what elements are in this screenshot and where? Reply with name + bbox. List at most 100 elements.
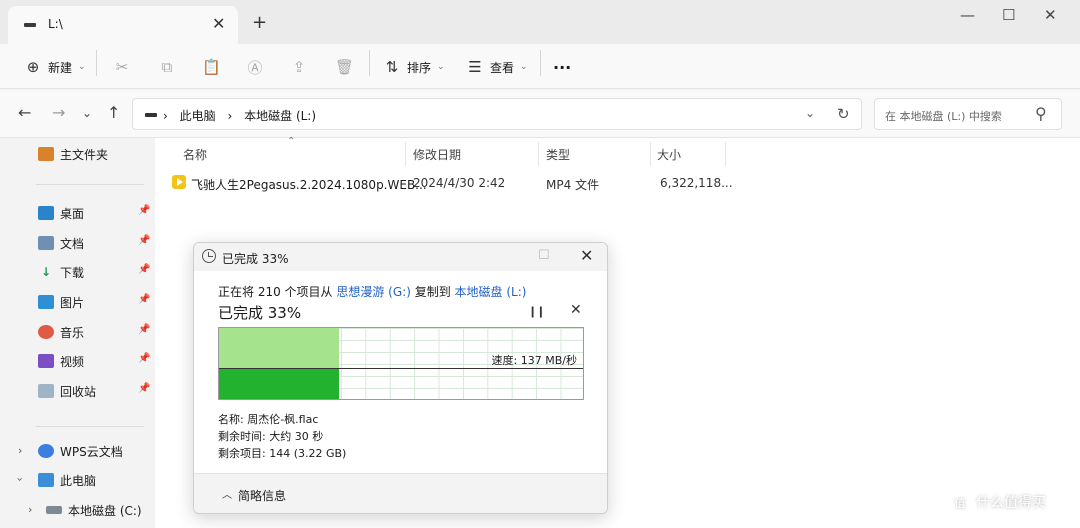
more-options-button[interactable]: ···	[553, 54, 571, 80]
toolbar-divider	[540, 50, 541, 76]
sidebar-item-videos[interactable]: 视频 📌	[38, 351, 150, 371]
new-label: 新建	[48, 60, 73, 75]
delete-button[interactable]: 🗑	[335, 54, 359, 80]
dialog-footer: ︿ 简略信息	[194, 473, 607, 513]
column-divider[interactable]	[538, 142, 539, 166]
rename-button[interactable]: Ⓐ	[246, 54, 270, 80]
address-bar[interactable]: › 此电脑 › 本地磁盘 (L:) ⌄ ↻	[132, 98, 862, 130]
sidebar-item-documents[interactable]: 文档 📌	[38, 233, 150, 253]
sidebar-item-label: 本地磁盘 (C:)	[68, 503, 142, 518]
dialog-title-bar[interactable]: 已完成 33% ☐ ✕	[194, 243, 607, 271]
minimize-button[interactable]: —	[960, 6, 975, 24]
sidebar-item-desktop[interactable]: 桌面 📌	[38, 203, 150, 223]
source-link[interactable]: 思想漫游 (G:)	[336, 285, 411, 299]
sort-button[interactable]: ⇅ 排序 ⌄	[383, 54, 445, 80]
cloud-icon	[38, 444, 54, 458]
music-icon	[38, 325, 54, 339]
drive-icon	[145, 113, 157, 117]
file-name: 飞驰人生2Pegasus.2.2024.1080p.WEB...	[191, 178, 427, 192]
destination-link[interactable]: 本地磁盘 (L:)	[455, 285, 527, 299]
close-window-button[interactable]: ✕	[1044, 6, 1057, 24]
column-header-type[interactable]: 类型	[546, 146, 570, 163]
expand-chevron-icon[interactable]: ›	[18, 444, 22, 457]
speed-label: 速度: 137 MB/秒	[491, 354, 577, 367]
desktop-icon	[38, 206, 54, 220]
clipboard-icon: 📋	[202, 58, 221, 76]
chevron-down-icon: ⌄	[437, 62, 445, 72]
navigation-pane: 主文件夹 桌面 📌 文档 📌 ↓ 下载 📌 图片 📌 音乐 📌 视频 📌 回收站…	[0, 138, 155, 528]
file-explorer-window: L:\ ✕ + — ☐ ✕ ⊕ 新建 ⌄ ✂ ⧉ 📋 Ⓐ ⇪ 🗑 ⇅ 排序 ⌄ …	[0, 0, 1080, 528]
watermark-logo: 值	[950, 494, 970, 514]
refresh-icon[interactable]: ↻	[837, 105, 850, 123]
sidebar-item-downloads[interactable]: ↓ 下载 📌	[38, 262, 150, 282]
tab-l-drive[interactable]: L:\ ✕	[8, 6, 238, 44]
sidebar-item-label: 音乐	[60, 325, 85, 340]
column-divider[interactable]	[405, 142, 406, 166]
sidebar-item-wps-cloud[interactable]: WPS云文档	[38, 441, 123, 461]
dialog-close-button[interactable]: ✕	[580, 246, 593, 265]
paste-button[interactable]: 📋	[202, 54, 226, 80]
pause-button[interactable]: ❙❙	[528, 305, 545, 318]
sidebar-item-label: 视频	[60, 354, 85, 369]
sidebar-item-local-disk-c[interactable]: 本地磁盘 (C:)	[46, 500, 142, 520]
share-button[interactable]: ⇪	[290, 54, 314, 80]
copy-button[interactable]: ⧉	[158, 54, 182, 80]
video-icon	[38, 354, 54, 368]
drive-icon	[24, 23, 36, 27]
forward-arrow-icon[interactable]: →	[52, 103, 65, 122]
column-divider[interactable]	[650, 142, 651, 166]
column-header-date[interactable]: 修改日期	[413, 146, 461, 163]
dialog-title: 已完成 33%	[222, 252, 289, 266]
picture-icon	[38, 295, 54, 309]
document-icon	[38, 236, 54, 250]
collapse-chevron-icon[interactable]: ›	[14, 477, 27, 481]
chevron-up-icon[interactable]: ︿	[222, 486, 232, 501]
tab-strip: L:\ ✕ + — ☐ ✕	[0, 0, 1080, 44]
view-button[interactable]: ☰ 查看 ⌄	[466, 54, 528, 80]
speed-history-fill	[219, 368, 340, 399]
new-tab-button[interactable]: +	[252, 12, 267, 33]
time-remaining: 剩余时间: 大约 30 秒	[218, 430, 324, 443]
column-header-size[interactable]: 大小	[657, 146, 681, 163]
breadcrumb-local-disk-l[interactable]: 本地磁盘 (L:)	[244, 109, 316, 123]
sidebar-item-this-pc[interactable]: 此电脑	[38, 470, 96, 490]
maximize-button: ☐	[538, 248, 550, 263]
pin-icon: 📌	[138, 294, 151, 305]
chevron-down-icon: ⌄	[520, 62, 528, 72]
new-button[interactable]: ⊕ 新建 ⌄	[24, 54, 86, 80]
sidebar-item-home[interactable]: 主文件夹	[38, 144, 108, 164]
pin-icon: 📌	[138, 235, 151, 246]
tab-close-button[interactable]: ✕	[212, 14, 225, 33]
pin-icon: 📌	[138, 324, 151, 335]
maximize-button[interactable]: ☐	[1002, 6, 1015, 24]
back-arrow-icon[interactable]: ←	[18, 103, 31, 122]
search-icon: ⚲	[1035, 104, 1047, 123]
sidebar-item-pictures[interactable]: 图片 📌	[38, 292, 150, 312]
up-arrow-icon[interactable]: ↑	[107, 103, 120, 122]
sidebar-item-recycle-bin[interactable]: 回收站 📌	[38, 381, 150, 401]
sidebar-item-music[interactable]: 音乐 📌	[38, 322, 150, 342]
file-date: 2024/4/30 2:42	[413, 176, 506, 190]
cut-button[interactable]: ✂	[113, 54, 137, 80]
toolbar-divider	[369, 50, 370, 76]
breadcrumb-this-pc[interactable]: 此电脑	[180, 109, 216, 123]
copy-icon: ⧉	[161, 58, 173, 76]
watermark-text: 什么值得买	[976, 495, 1046, 511]
column-header-name[interactable]: 名称	[183, 146, 207, 163]
search-placeholder: 在 本地磁盘 (L:) 中搜索	[885, 110, 1002, 123]
sidebar-item-label: 文档	[60, 236, 85, 251]
recent-locations-chevron-icon[interactable]: ⌄	[82, 106, 92, 120]
share-icon: ⇪	[292, 58, 306, 76]
current-speed-line	[219, 368, 583, 369]
view-list-icon: ☰	[468, 58, 482, 76]
cancel-copy-button[interactable]: ✕	[570, 302, 582, 318]
trash-icon: 🗑	[335, 58, 355, 76]
expand-chevron-icon[interactable]: ›	[28, 503, 32, 516]
rename-icon: Ⓐ	[247, 58, 263, 77]
column-divider[interactable]	[725, 142, 726, 166]
pin-icon: 📌	[138, 353, 151, 364]
search-box[interactable]: 在 本地磁盘 (L:) 中搜索 ⚲	[874, 98, 1062, 130]
fewer-details-toggle[interactable]: 简略信息	[238, 487, 286, 504]
address-history-chevron-icon[interactable]: ⌄	[805, 106, 815, 120]
file-size: 6,322,118...	[660, 176, 733, 190]
